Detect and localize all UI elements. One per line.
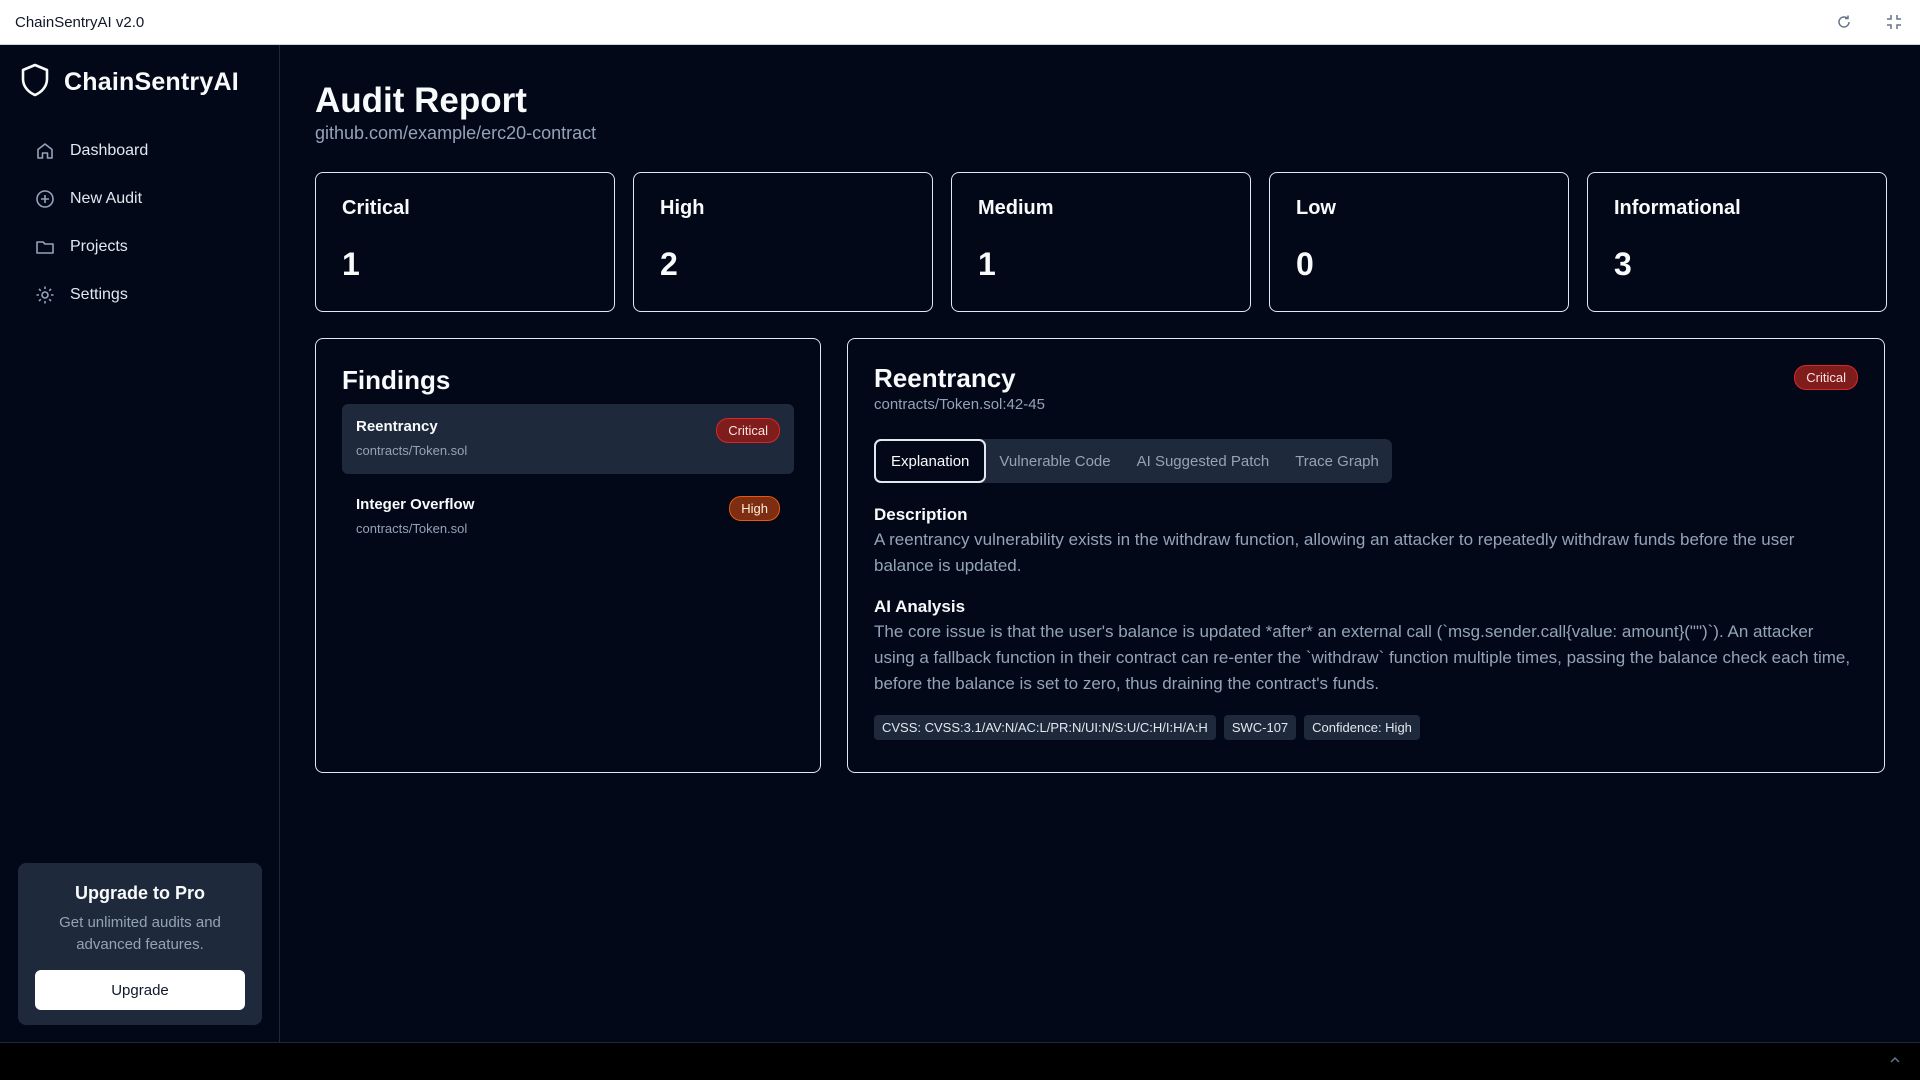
severity-badge: High — [729, 496, 780, 521]
tab-explanation[interactable]: Explanation — [874, 439, 987, 483]
ai-analysis-text: The core issue is that the user's balanc… — [874, 622, 1851, 693]
tab-ai-suggested-patch[interactable]: AI Suggested Patch — [1124, 439, 1283, 483]
severity-stats: Critical 1 High 2 Medium 1 Low 0 Informa… — [315, 172, 1887, 312]
sidebar-item-dashboard[interactable]: Dashboard — [18, 131, 262, 171]
upgrade-card: Upgrade to Pro Get unlimited audits and … — [18, 863, 262, 1025]
stat-value: 3 — [1614, 246, 1632, 282]
ai-analysis-heading: AI Analysis — [874, 597, 966, 616]
gear-icon — [34, 284, 56, 306]
bottom-bar — [0, 1042, 1920, 1080]
window-titlebar: ChainSentryAI v2.0 — [0, 0, 1920, 45]
stat-card-critical: Critical 1 — [315, 172, 615, 312]
severity-badge: Critical — [1794, 365, 1858, 390]
findings-panel: Findings Reentrancy contracts/Token.sol … — [315, 338, 821, 773]
sidebar-item-label: New Audit — [70, 190, 143, 207]
stat-card-medium: Medium 1 — [951, 172, 1251, 312]
finding-path: contracts/Token.sol — [356, 521, 468, 536]
home-icon — [34, 140, 56, 162]
tab-trace-graph[interactable]: Trace Graph — [1282, 439, 1392, 483]
stat-label: Medium — [978, 197, 1054, 219]
finding-item-reentrancy[interactable]: Reentrancy contracts/Token.sol Critical — [342, 404, 794, 474]
window-title: ChainSentryAI v2.0 — [15, 13, 145, 31]
sidebar-item-settings[interactable]: Settings — [18, 275, 262, 315]
upgrade-button[interactable]: Upgrade — [35, 970, 245, 1010]
refresh-icon[interactable] — [1834, 12, 1854, 32]
cvss-tag: CVSS: CVSS:3.1/AV:N/AC:L/PR:N/UI:N/S:U/C… — [874, 715, 1216, 740]
sidebar: ChainSentryAI Dashboard New Audit Projec… — [0, 45, 280, 1042]
detail-location: contracts/Token.sol:42-45 — [874, 396, 1045, 413]
sidebar-nav: Dashboard New Audit Projects Settings — [18, 131, 262, 323]
window-controls — [1834, 12, 1904, 32]
upgrade-text: Get unlimited audits and advanced featur… — [59, 914, 221, 953]
upgrade-title: Upgrade to Pro — [74, 883, 205, 903]
confidence-tag: Confidence: High — [1304, 715, 1420, 740]
stat-value: 2 — [660, 246, 678, 282]
repo-url: github.com/example/erc20-contract — [315, 123, 597, 143]
detail-title: Reentrancy — [874, 363, 1016, 393]
detail-tabs: Explanation Vulnerable Code AI Suggested… — [874, 439, 1392, 483]
description-text: A reentrancy vulnerability exists in the… — [874, 530, 1795, 575]
stat-card-high: High 2 — [633, 172, 933, 312]
description-heading: Description — [874, 505, 968, 524]
severity-badge: Critical — [716, 418, 780, 443]
fullscreen-exit-icon[interactable] — [1884, 12, 1904, 32]
stat-card-informational: Informational 3 — [1587, 172, 1887, 312]
stat-value: 1 — [342, 246, 360, 282]
swc-tag: SWC-107 — [1223, 715, 1297, 740]
stat-label: Informational — [1614, 197, 1741, 219]
stat-label: High — [660, 197, 705, 219]
chevron-up-icon[interactable] — [1888, 1053, 1902, 1072]
shield-icon — [20, 63, 50, 102]
folder-icon — [34, 236, 56, 258]
brand-name: ChainSentryAI — [64, 68, 239, 96]
sidebar-item-projects[interactable]: Projects — [18, 227, 262, 267]
sidebar-item-label: Settings — [70, 286, 128, 303]
stat-card-low: Low 0 — [1269, 172, 1569, 312]
sidebar-item-label: Projects — [70, 238, 128, 255]
stat-value: 1 — [978, 246, 996, 282]
stat-label: Critical — [342, 197, 410, 219]
tab-vulnerable-code[interactable]: Vulnerable Code — [986, 439, 1123, 483]
stat-value: 0 — [1296, 246, 1314, 282]
finding-path: contracts/Token.sol — [356, 443, 468, 458]
sidebar-item-label: Dashboard — [70, 142, 149, 159]
stat-label: Low — [1296, 197, 1336, 219]
page-title: Audit Report — [315, 81, 527, 120]
brand[interactable]: ChainSentryAI — [20, 63, 239, 102]
plus-circle-icon — [34, 188, 56, 210]
finding-item-integer-overflow[interactable]: Integer Overflow contracts/Token.sol Hig… — [342, 482, 794, 552]
findings-title: Findings — [342, 365, 451, 395]
finding-detail-panel: Reentrancy contracts/Token.sol:42-45 Cri… — [847, 338, 1885, 773]
finding-title: Integer Overflow — [356, 496, 475, 513]
sidebar-item-new-audit[interactable]: New Audit — [18, 179, 262, 219]
detail-tags: CVSS: CVSS:3.1/AV:N/AC:L/PR:N/UI:N/S:U/C… — [874, 715, 1858, 740]
